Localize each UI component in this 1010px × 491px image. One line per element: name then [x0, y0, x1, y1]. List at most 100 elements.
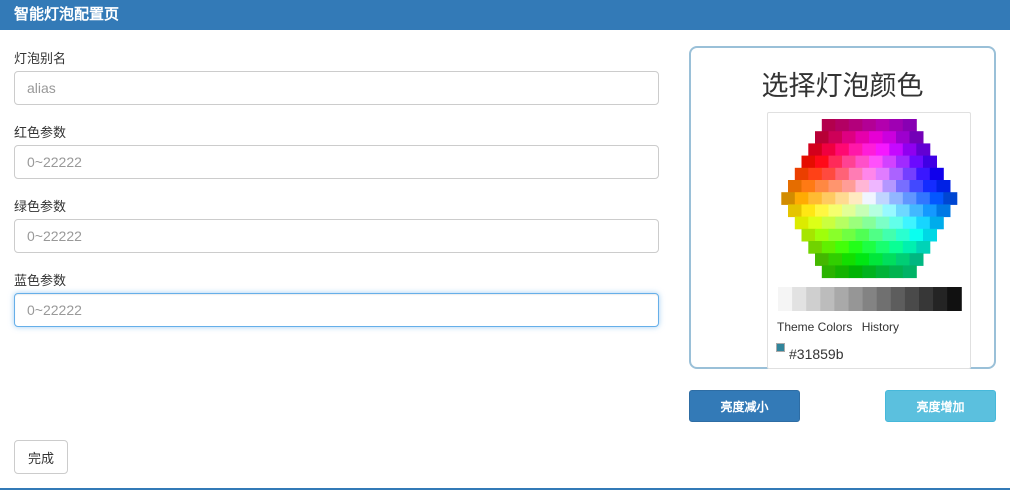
palette-cell[interactable]	[902, 216, 917, 230]
palette-cell[interactable]	[821, 143, 836, 157]
grayscale-cell[interactable]	[848, 287, 864, 311]
palette-cell[interactable]	[882, 180, 897, 193]
palette-cell[interactable]	[875, 143, 890, 157]
palette-cell[interactable]	[875, 192, 890, 205]
palette-cell[interactable]	[929, 192, 944, 205]
palette-cell[interactable]	[855, 204, 870, 218]
palette-cell[interactable]	[923, 228, 937, 242]
palette-cell[interactable]	[828, 253, 843, 266]
palette-cell[interactable]	[869, 155, 883, 169]
palette-cell[interactable]	[882, 131, 897, 144]
palette-cell[interactable]	[842, 253, 856, 266]
palette-cell[interactable]	[801, 228, 816, 242]
grayscale-cell[interactable]	[876, 287, 892, 311]
palette-cell[interactable]	[821, 119, 836, 132]
palette-cell[interactable]	[875, 216, 890, 230]
palette-cell[interactable]	[889, 143, 904, 157]
palette-cell[interactable]	[835, 192, 850, 205]
palette-cell[interactable]	[848, 167, 863, 181]
palette-cell[interactable]	[848, 119, 863, 132]
color-hexagon-palette[interactable]	[768, 113, 972, 313]
palette-cell[interactable]	[916, 192, 931, 205]
palette-cell[interactable]	[821, 192, 836, 205]
palette-cell[interactable]	[808, 192, 823, 205]
palette-cell[interactable]	[815, 131, 829, 144]
palette-cell[interactable]	[848, 265, 863, 279]
grayscale-cell[interactable]	[933, 287, 948, 311]
palette-cell[interactable]	[902, 192, 917, 205]
palette-cell[interactable]	[842, 180, 856, 193]
grayscale-cell[interactable]	[820, 287, 835, 311]
palette-cell[interactable]	[801, 155, 816, 169]
palette-cell[interactable]	[896, 131, 910, 144]
palette-cell[interactable]	[889, 241, 904, 254]
palette-cell[interactable]	[794, 216, 809, 230]
palette-cell[interactable]	[909, 204, 924, 218]
grayscale-cell[interactable]	[778, 287, 793, 311]
palette-cell[interactable]	[909, 131, 924, 144]
palette-cell[interactable]	[896, 204, 910, 218]
palette-cell[interactable]	[842, 155, 856, 169]
palette-cell[interactable]	[882, 155, 897, 169]
palette-cell[interactable]	[882, 204, 897, 218]
grayscale-cell[interactable]	[792, 287, 807, 311]
palette-cell[interactable]	[862, 143, 877, 157]
palette-cell[interactable]	[889, 192, 904, 205]
palette-cell[interactable]	[801, 204, 816, 218]
palette-cell[interactable]	[821, 216, 836, 230]
palette-cell[interactable]	[909, 228, 924, 242]
palette-cell[interactable]	[896, 180, 910, 193]
palette-cell[interactable]	[781, 192, 796, 205]
palette-cell[interactable]	[923, 155, 937, 169]
palette-cell[interactable]	[828, 180, 843, 193]
green-input[interactable]	[14, 219, 659, 253]
palette-cell[interactable]	[808, 241, 823, 254]
palette-cell[interactable]	[815, 228, 829, 242]
palette-cell[interactable]	[902, 241, 917, 254]
palette-cell[interactable]	[889, 119, 904, 132]
palette-cell[interactable]	[916, 241, 931, 254]
palette-cell[interactable]	[936, 180, 951, 193]
red-input[interactable]	[14, 145, 659, 179]
palette-cell[interactable]	[835, 265, 850, 279]
palette-cell[interactable]	[828, 155, 843, 169]
palette-cell[interactable]	[848, 192, 863, 205]
done-button[interactable]: 完成	[14, 440, 68, 474]
palette-cell[interactable]	[821, 167, 836, 181]
palette-cell[interactable]	[869, 204, 883, 218]
palette-cell[interactable]	[815, 253, 829, 266]
palette-cell[interactable]	[916, 143, 931, 157]
palette-cell[interactable]	[869, 253, 883, 266]
palette-cell[interactable]	[889, 265, 904, 279]
palette-cell[interactable]	[835, 119, 850, 132]
palette-cell[interactable]	[862, 167, 877, 181]
palette-cell[interactable]	[815, 204, 829, 218]
palette-cell[interactable]	[855, 253, 870, 266]
palette-cell[interactable]	[916, 216, 931, 230]
palette-cell[interactable]	[842, 228, 856, 242]
palette-cell[interactable]	[855, 155, 870, 169]
palette-cell[interactable]	[902, 265, 917, 279]
tab-history[interactable]: History	[862, 320, 899, 334]
palette-cell[interactable]	[869, 228, 883, 242]
palette-cell[interactable]	[889, 167, 904, 181]
palette-cell[interactable]	[815, 155, 829, 169]
palette-cell[interactable]	[896, 228, 910, 242]
palette-cell[interactable]	[923, 204, 937, 218]
palette-cell[interactable]	[936, 204, 951, 218]
palette-cell[interactable]	[869, 180, 883, 193]
palette-cell[interactable]	[842, 204, 856, 218]
palette-cell[interactable]	[862, 192, 877, 205]
palette-cell[interactable]	[835, 167, 850, 181]
alias-input[interactable]	[14, 71, 659, 105]
palette-cell[interactable]	[882, 253, 897, 266]
palette-cell[interactable]	[794, 167, 809, 181]
grayscale-cell[interactable]	[947, 287, 962, 311]
palette-cell[interactable]	[828, 204, 843, 218]
palette-cell[interactable]	[821, 265, 836, 279]
palette-cell[interactable]	[875, 167, 890, 181]
palette-cell[interactable]	[788, 180, 802, 193]
palette-cell[interactable]	[855, 180, 870, 193]
palette-cell[interactable]	[896, 253, 910, 266]
brightness-increase-button[interactable]: 亮度增加	[885, 390, 996, 422]
